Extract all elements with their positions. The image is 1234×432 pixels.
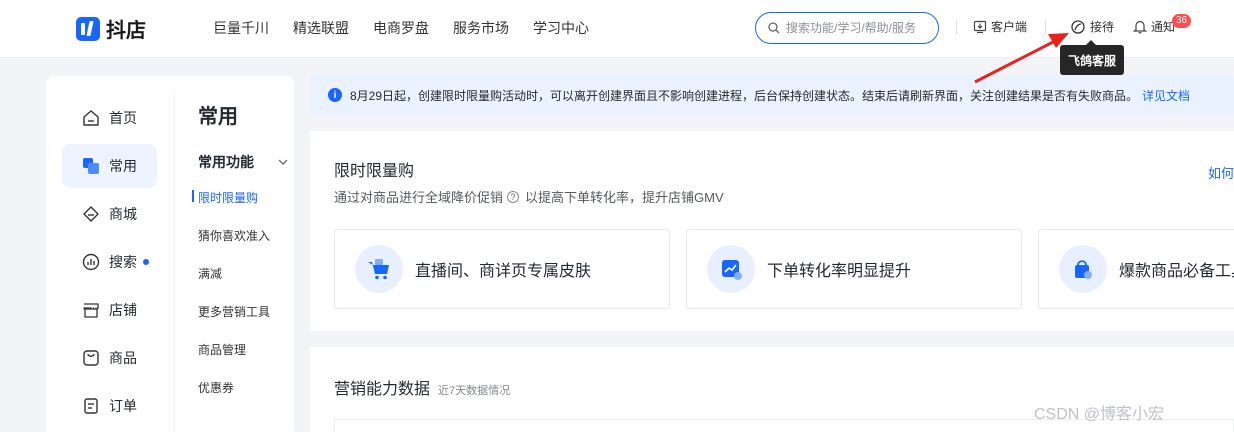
help-icon[interactable]: ? [507, 190, 520, 203]
bell-icon [1133, 20, 1147, 34]
submenu-item-discount[interactable]: 满减 [192, 265, 270, 303]
new-dot [143, 259, 149, 265]
sidebar-item-label: 首页 [109, 110, 137, 126]
sidebar: 首页 常用 商城 搜索 店铺 商品 订单 常用 常用功能 限时限量购 猜你喜欢准… [46, 76, 294, 432]
sidebar-item-home[interactable]: 首页 [62, 96, 157, 140]
card-desc-text: 以提高下单转化率，提升店铺GMV [525, 190, 724, 205]
brand-name: 抖店 [106, 20, 146, 42]
sidebar-item-label: 常用 [109, 158, 137, 174]
submenu-title: 常用 [198, 106, 238, 128]
top-nav: 巨量千川 精选联盟 电商罗盘 服务市场 学习中心 [213, 18, 613, 38]
submenu-group-label: 常用功能 [198, 154, 254, 170]
card-desc-text: 通过对商品进行全域降价促销 [334, 190, 504, 205]
download-icon [973, 20, 987, 33]
feature-label: 爆款商品必备工具 [1119, 263, 1234, 280]
toolbar-divider [956, 20, 957, 34]
sidebar-item-label: 搜索 [109, 254, 137, 270]
notice-bar: i 8月29日起，创建限时限量购活动时，可以离开创建界面且不影响创建进程，后台保… [310, 75, 1234, 115]
toolbar-divider [1045, 20, 1046, 34]
brand-logo[interactable]: 抖店 [76, 14, 146, 43]
submenu-item-coupon[interactable]: 优惠券 [192, 379, 270, 417]
home-icon [83, 110, 99, 126]
client-label: 客户端 [991, 20, 1028, 34]
search-box[interactable] [755, 12, 939, 44]
search-chart-icon [82, 253, 100, 271]
submenu-list: 限时限量购 猜你喜欢准入 满减 更多营销工具 商品管理 优惠券 [192, 189, 270, 417]
card-title: 限时限量购 [334, 163, 415, 180]
data-card-title: 营销能力数据 近7天数据情况 [334, 375, 510, 399]
feature-card[interactable]: 爆款商品必备工具 [1038, 229, 1234, 309]
sidebar-item-shop[interactable]: 店铺 [62, 288, 157, 332]
sidebar-item-label: 商城 [109, 206, 137, 222]
cart-icon [355, 245, 403, 293]
top-bar: 抖店 巨量千川 精选联盟 电商罗盘 服务市场 学习中心 客户端 接待 通知 36 [0, 0, 1234, 58]
top-nav-item[interactable]: 精选联盟 [293, 18, 349, 38]
watermark: CSDN @博客小宏 [1034, 406, 1165, 423]
sidebar-divider [174, 90, 175, 432]
favorites-icon [83, 158, 99, 174]
sidebar-item-label: 商品 [109, 350, 137, 366]
search-icon [768, 22, 780, 34]
feature-card[interactable]: 直播间、商详页专属皮肤 [334, 229, 670, 309]
data-card-title-text: 营销能力数据 [334, 381, 431, 398]
chevron-down-icon [278, 159, 288, 165]
order-icon [84, 398, 98, 414]
search-input[interactable] [786, 21, 932, 35]
shopping-bag-icon [1059, 245, 1107, 293]
notify-button[interactable]: 通知 [1133, 18, 1175, 35]
logo-icon [76, 16, 100, 41]
sidebar-nav: 首页 常用 商城 搜索 店铺 商品 订单 [62, 96, 157, 432]
sidebar-item-label: 店铺 [109, 302, 137, 318]
submenu-group-toggle[interactable]: 常用功能 [198, 152, 288, 172]
notify-count-badge: 36 [1172, 14, 1192, 28]
submenu-item-product-manage[interactable]: 商品管理 [192, 341, 270, 379]
product-icon [83, 350, 99, 366]
sidebar-item-order[interactable]: 订单 [62, 384, 157, 428]
feature-label: 下单转化率明显提升 [767, 263, 912, 280]
notice-text: 8月29日起，创建限时限量购活动时，可以离开创建界面且不影响创建进程，后台保持创… [350, 88, 1139, 103]
sidebar-item-mall[interactable]: 商城 [62, 192, 157, 236]
card-description: 通过对商品进行全域降价促销 ? 以提高下单转化率，提升店铺GMV [334, 187, 724, 206]
sidebar-item-label: 订单 [109, 398, 137, 414]
shop-icon [83, 303, 99, 318]
sidebar-item-favorites[interactable]: 常用 [62, 144, 157, 188]
reception-tooltip: 飞鸽客服 [1060, 40, 1124, 75]
top-nav-item[interactable]: 电商罗盘 [373, 18, 429, 38]
feature-label: 直播间、商详页专属皮肤 [415, 263, 592, 280]
info-icon: i [328, 88, 342, 102]
sidebar-item-product[interactable]: 商品 [62, 336, 157, 380]
notice-doc-link[interactable]: 详见文档 [1142, 87, 1190, 104]
reception-label: 接待 [1090, 20, 1115, 34]
top-nav-item[interactable]: 巨量千川 [213, 18, 269, 38]
sidebar-item-search[interactable]: 搜索 [62, 240, 157, 284]
submenu-item-more-tools[interactable]: 更多营销工具 [192, 303, 270, 341]
data-card-subtitle: 近7天数据情况 [438, 385, 511, 397]
mall-icon [83, 206, 99, 222]
reception-button[interactable]: 接待 [1070, 18, 1114, 35]
client-button[interactable]: 客户端 [973, 18, 1027, 35]
headset-icon [1071, 19, 1085, 34]
submenu-item-recommend[interactable]: 猜你喜欢准入 [192, 227, 270, 265]
trend-up-icon [707, 245, 755, 293]
top-nav-item[interactable]: 学习中心 [533, 18, 589, 38]
flash-sale-card: 限时限量购 通过对商品进行全域降价促销 ? 以提高下单转化率，提升店铺GMV 如… [310, 131, 1234, 331]
feature-card[interactable]: 下单转化率明显提升 [686, 229, 1022, 309]
submenu-item-flash-sale[interactable]: 限时限量购 [192, 189, 270, 227]
top-nav-item[interactable]: 服务市场 [453, 18, 509, 38]
how-to-link[interactable]: 如何 [1208, 163, 1234, 182]
